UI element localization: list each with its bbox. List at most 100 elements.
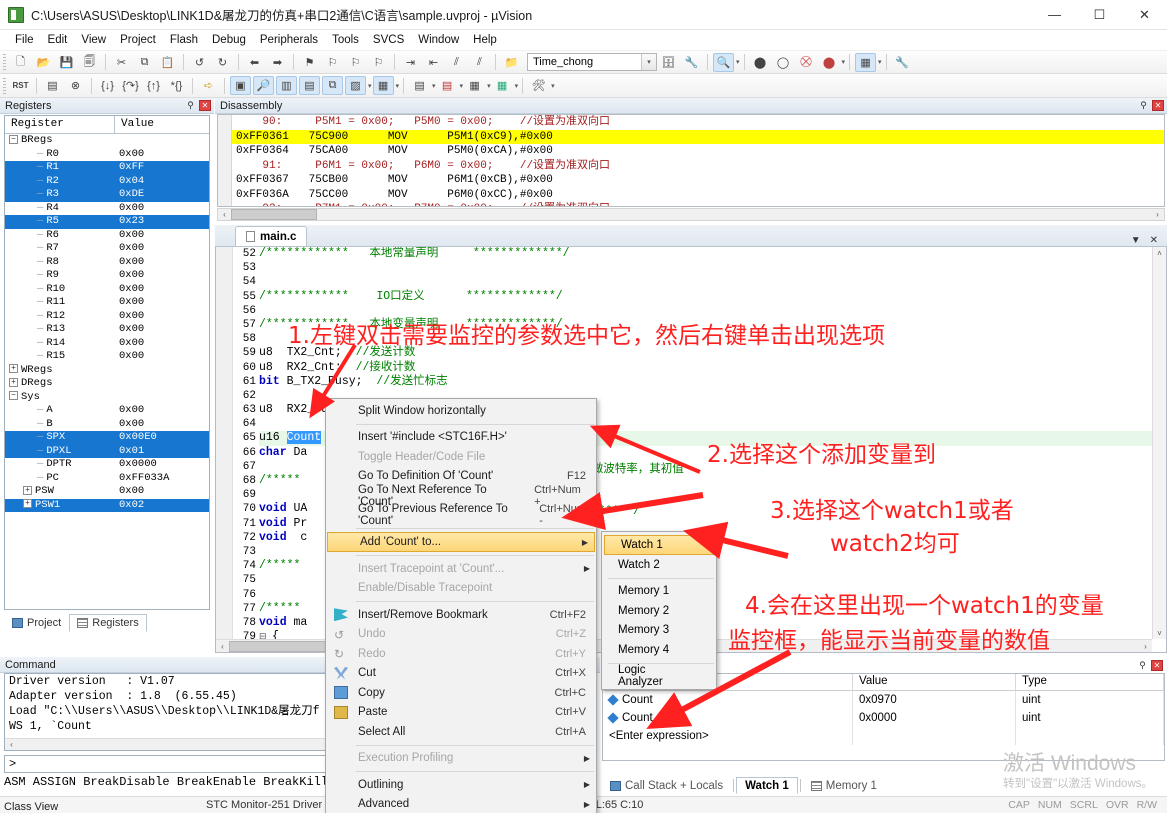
chevron-down-icon[interactable]: ▾	[432, 82, 436, 90]
dock-tab-watch-1[interactable]: Watch 1	[736, 777, 798, 794]
undo-icon[interactable]: ↺	[189, 53, 210, 72]
close-icon[interactable]: ✕	[1152, 100, 1164, 111]
breakpoint-empty-icon[interactable]: ◯	[773, 53, 794, 72]
register-row[interactable]: — R11 0x00	[5, 296, 209, 310]
register-row[interactable]: — R10 0x00	[5, 283, 209, 297]
editor-vscrollbar[interactable]: ˄ ˅	[1152, 247, 1166, 639]
register-row[interactable]: — R8 0x00	[5, 256, 209, 270]
watch-value[interactable]: 0x0000	[853, 709, 1016, 727]
chevron-down-icon[interactable]: ▾	[515, 82, 519, 90]
register-row[interactable]: − BRegs	[5, 134, 209, 148]
class-view-tab[interactable]: Class View	[4, 801, 58, 813]
submenu-item-memory-4[interactable]: Memory 4	[602, 640, 716, 660]
submenu-item-watch-1[interactable]: Watch 1	[604, 535, 714, 555]
context-menu-item[interactable]: Outlining ▶	[326, 775, 596, 795]
close-icon[interactable]: ✕	[199, 100, 211, 111]
register-row[interactable]: — DPXL 0x01	[5, 444, 209, 458]
stop-icon[interactable]: ⊗	[65, 76, 86, 95]
code-line[interactable]	[259, 275, 1152, 289]
dock-tab-call-stack-locals[interactable]: Call Stack + Locals	[602, 777, 731, 794]
symbols-window-icon[interactable]: ▥	[276, 76, 297, 95]
watch-value[interactable]	[853, 727, 1016, 745]
context-menu-item[interactable]: Copy Ctrl+C	[326, 683, 596, 703]
register-row[interactable]: − Sys	[5, 391, 209, 405]
registers-row-list[interactable]: − BRegs — R0 0x00 — R1 0xFF — R2 0x04 — R3 0xDE — R4 0x0…	[5, 134, 209, 512]
submenu-item-memory-2[interactable]: Memory 2	[602, 601, 716, 621]
dock-tab-project[interactable]: Project	[4, 614, 69, 632]
tree-toggle-icon[interactable]: +	[9, 364, 18, 374]
tree-toggle-icon[interactable]: −	[9, 134, 18, 144]
save-icon[interactable]: 💾	[56, 53, 77, 72]
pin-icon[interactable]: ⚲	[185, 100, 196, 111]
register-row[interactable]: — R5 0x23	[5, 215, 209, 229]
chevron-down-icon[interactable]: ▾	[396, 82, 400, 90]
menu-item-tools[interactable]: Tools	[325, 32, 366, 48]
editor-context-menu[interactable]: Split Window horizontally Insert '#includ…	[325, 398, 597, 813]
disassembly-hscrollbar[interactable]: ‹ ›	[217, 208, 1165, 221]
pin-icon[interactable]: ⚲	[1137, 660, 1148, 671]
tree-toggle-icon[interactable]: +	[9, 377, 18, 387]
register-row[interactable]: + WRegs	[5, 364, 209, 378]
outdent-icon[interactable]: ⇤	[423, 53, 444, 72]
register-row[interactable]: + PSW1 0x02	[5, 498, 209, 512]
context-menu-item[interactable]: Insert '#include <STC16F.H>'	[326, 428, 596, 448]
dock-tab-registers[interactable]: Registers	[69, 614, 147, 632]
cut-icon[interactable]: ✂	[111, 53, 132, 72]
watch-row[interactable]: Count 0x0000 uint	[603, 709, 1164, 727]
chevron-down-icon[interactable]: ▾	[551, 82, 555, 90]
code-line[interactable]	[259, 304, 1152, 318]
register-row[interactable]: — PC 0xFF033A	[5, 472, 209, 486]
submenu-item-memory-1[interactable]: Memory 1	[602, 582, 716, 602]
watch-windows-icon[interactable]: ▨	[345, 76, 366, 95]
new-file-icon[interactable]: 🗋	[10, 53, 31, 72]
context-menu-item[interactable]: Add 'Count' to... ▶	[327, 532, 595, 552]
editor-tab-menu-icon[interactable]: ▼	[1131, 235, 1141, 246]
register-row[interactable]: + PSW 0x00	[5, 485, 209, 499]
scroll-right-icon[interactable]: ›	[1139, 640, 1152, 652]
redo-icon[interactable]: ↻	[212, 53, 233, 72]
menu-item-window[interactable]: Window	[411, 32, 466, 48]
watch-value[interactable]: 0x0970	[853, 691, 1016, 709]
register-row[interactable]: — R2 0x04	[5, 174, 209, 188]
left-dock-tabstrip[interactable]: Project Registers	[4, 612, 210, 632]
manage-project-icon[interactable]: 🗄	[658, 53, 679, 72]
disassembly-line[interactable]: 0xFF0367 75CB00 MOV P6M1(0xCB),#0x00	[218, 173, 1164, 188]
code-line[interactable]: /************ IO口定义 *************/	[259, 290, 1152, 304]
register-row[interactable]: — R1 0xFF	[5, 161, 209, 175]
navigate-back-icon[interactable]: ⬅	[244, 53, 265, 72]
bookmark-next-icon[interactable]: ⚐	[345, 53, 366, 72]
registers-tree[interactable]: Register Value − BRegs — R0 0x00 — R1 0xFF — R2 0x…	[4, 115, 210, 610]
copy-icon[interactable]: ⧉	[134, 53, 155, 72]
run-to-cursor-icon[interactable]: *{}	[166, 76, 187, 95]
menu-bar[interactable]: File Edit View Project Flash Debug Peripherals…	[0, 30, 1167, 51]
scroll-left-icon[interactable]: ‹	[216, 640, 229, 652]
settings-wrench-icon[interactable]: 🔧	[892, 53, 913, 72]
menu-item-file[interactable]: File	[8, 32, 41, 48]
scrollbar-thumb[interactable]	[231, 209, 317, 220]
submenu-item-watch-2[interactable]: Watch 2	[602, 555, 716, 575]
show-next-statement-icon[interactable]: ➪	[198, 76, 219, 95]
menu-item-project[interactable]: Project	[113, 32, 163, 48]
editor-breakpoint-gutter[interactable]	[216, 247, 233, 639]
watch-row-list[interactable]: Count 0x0970 uint Count 0x0000 uint <Enter exp…	[603, 691, 1164, 745]
code-line[interactable]	[259, 261, 1152, 275]
save-all-icon[interactable]: 🗐	[79, 53, 100, 72]
breakpoint-disable-icon[interactable]: ⛒	[796, 53, 817, 72]
menu-item-debug[interactable]: Debug	[205, 32, 253, 48]
bottom-dock-tabstrip[interactable]: Call Stack + Locals Watch 1 Memory 1	[602, 776, 885, 794]
toolbar-grip[interactable]	[3, 77, 6, 94]
breakpoint-killall-icon[interactable]: ⬤	[819, 53, 840, 72]
register-row[interactable]: — R14 0x00	[5, 337, 209, 351]
menu-item-svcs[interactable]: SVCS	[366, 32, 411, 48]
scroll-up-icon[interactable]: ˄	[1153, 247, 1166, 259]
registers-window-icon[interactable]: ▤	[299, 76, 320, 95]
open-file-icon[interactable]: 📂	[33, 53, 54, 72]
memory-windows-icon[interactable]: ▦	[372, 76, 394, 95]
menu-item-help[interactable]: Help	[466, 32, 504, 48]
disassembly-gutter[interactable]	[218, 115, 232, 206]
fold-toggle-icon[interactable]: ⊟	[259, 632, 272, 639]
breakpoint-filled-icon[interactable]: ⬤	[750, 53, 771, 72]
chevron-down-icon[interactable]: ▾	[641, 54, 656, 70]
chevron-down-icon[interactable]: ▾	[878, 58, 882, 66]
tree-toggle-icon[interactable]: −	[9, 391, 18, 401]
